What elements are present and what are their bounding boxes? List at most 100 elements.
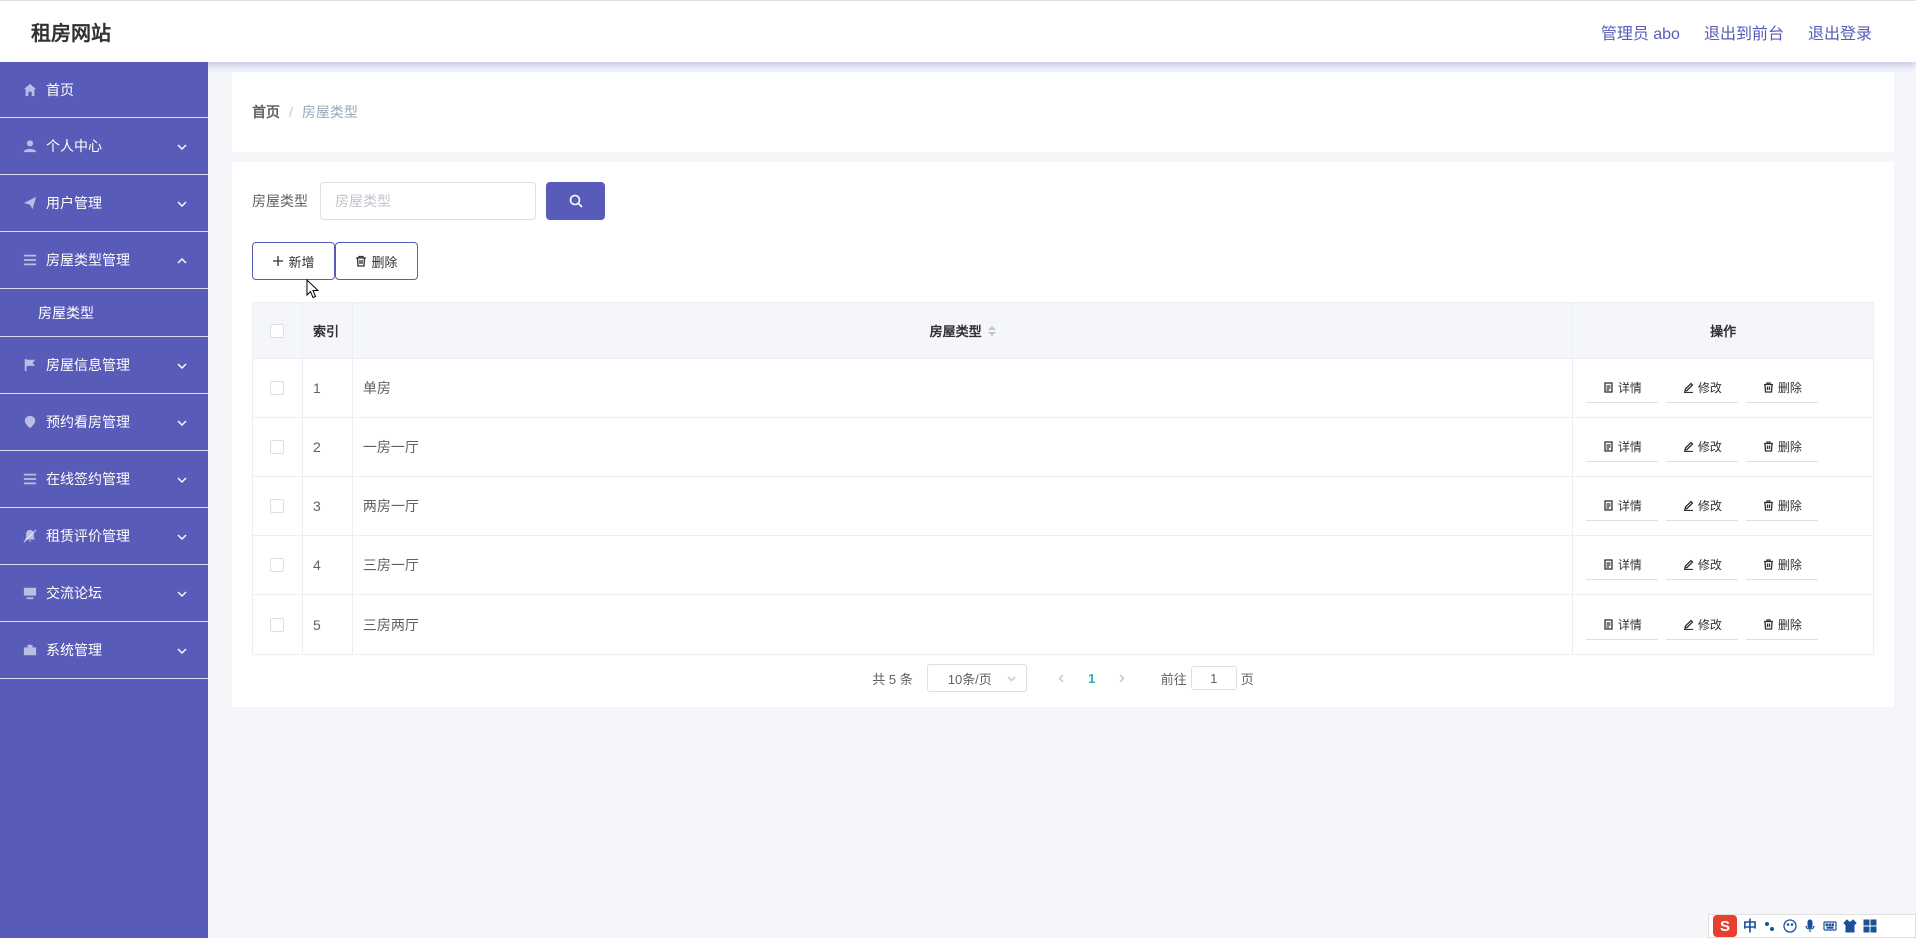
row-checkbox[interactable] xyxy=(270,499,285,513)
select-all-checkbox[interactable] xyxy=(270,323,285,338)
flag-icon xyxy=(22,357,38,373)
row-house-type: 单房 xyxy=(353,359,1574,417)
sidebar-item-viewing-appointments[interactable]: 预约看房管理 xyxy=(0,394,208,451)
row-check-cell xyxy=(253,536,303,594)
chevron-down-icon xyxy=(176,140,188,152)
detail-button[interactable]: 详情 xyxy=(1586,373,1659,403)
page-number-1[interactable]: 1 xyxy=(1077,671,1107,686)
chevron-down-icon xyxy=(176,359,188,371)
table-row: 4 三房一厅 详情 修改 删除 xyxy=(253,536,1873,595)
sogou-logo-icon[interactable]: S xyxy=(1713,915,1737,937)
row-operations: 详情 修改 删除 xyxy=(1573,536,1873,594)
detail-label: 详情 xyxy=(1617,381,1642,395)
search-icon xyxy=(569,194,583,208)
row-operations: 详情 修改 删除 xyxy=(1573,595,1873,654)
sidebar-item-label: 首页 xyxy=(46,81,74,98)
row-delete-button[interactable]: 删除 xyxy=(1746,373,1819,403)
home-icon xyxy=(22,82,38,98)
sidebar-item-home[interactable]: 首页 xyxy=(0,62,208,118)
detail-button[interactable]: 详情 xyxy=(1586,491,1659,521)
pagination-total: 共 5 条 xyxy=(872,671,913,687)
exit-to-front-link[interactable]: 退出到前台 xyxy=(1704,20,1784,44)
row-delete-label: 删除 xyxy=(1777,617,1802,632)
row-checkbox[interactable] xyxy=(270,558,285,572)
sidebar-item-online-contracts[interactable]: 在线签约管理 xyxy=(0,451,208,508)
row-checkbox[interactable] xyxy=(270,440,285,454)
row-checkbox[interactable] xyxy=(270,617,285,632)
row-index: 4 xyxy=(303,536,353,594)
sidebar-item-rental-reviews[interactable]: 租赁评价管理 xyxy=(0,508,208,565)
skin-icon[interactable] xyxy=(1843,919,1857,933)
row-house-type: 三房两厅 xyxy=(353,595,1574,654)
sidebar-item-house-type-mgmt[interactable]: 房屋类型管理 xyxy=(0,232,208,289)
ime-mode-indicator[interactable]: 中 xyxy=(1743,916,1757,936)
document-icon xyxy=(1604,441,1613,452)
ime-toolbar: S 中 xyxy=(1708,914,1916,938)
table-body: 1 单房 详情 修改 删除 2 一房一厅 详情 修改 删除 3 两房一厅 详情 修改 删除 4 三房一厅 详情 修改… xyxy=(253,359,1873,654)
document-icon xyxy=(1604,618,1613,630)
table-row: 2 一房一厅 详情 修改 删除 xyxy=(253,418,1873,477)
sidebar-item-label: 系统管理 xyxy=(46,642,102,658)
row-delete-button[interactable]: 删除 xyxy=(1746,550,1819,580)
keyboard-icon[interactable] xyxy=(1823,919,1837,933)
sidebar-item-forum[interactable]: 交流论坛 xyxy=(0,565,208,622)
page-size-value: 10条/页 xyxy=(947,671,992,687)
detail-button[interactable]: 详情 xyxy=(1586,550,1659,580)
sidebar-item-system[interactable]: 系统管理 xyxy=(0,622,208,679)
sidebar-item-profile[interactable]: 个人中心 xyxy=(0,118,208,175)
chevron-right-icon xyxy=(1119,674,1125,682)
row-check-cell xyxy=(253,477,303,535)
punctuation-icon[interactable] xyxy=(1763,919,1777,933)
sort-icon[interactable] xyxy=(987,325,996,336)
briefcase-icon xyxy=(22,642,38,658)
row-index: 2 xyxy=(303,418,353,476)
edit-button[interactable]: 修改 xyxy=(1666,373,1739,403)
header-index: 索引 xyxy=(303,303,353,358)
edit-button[interactable]: 修改 xyxy=(1666,609,1739,640)
edit-button[interactable]: 修改 xyxy=(1666,550,1739,580)
breadcrumb-home[interactable]: 首页 xyxy=(252,102,280,122)
header-house-type[interactable]: 房屋类型 xyxy=(353,303,1574,358)
search-label: 房屋类型 xyxy=(252,193,308,209)
row-checkbox[interactable] xyxy=(270,381,285,395)
edit-icon xyxy=(1683,619,1694,630)
edit-icon xyxy=(1683,441,1694,452)
admin-username[interactable]: 管理员 abo xyxy=(1601,20,1680,44)
breadcrumb-separator: / xyxy=(289,104,293,120)
edit-button[interactable]: 修改 xyxy=(1666,432,1739,462)
batch-delete-button[interactable]: 删除 xyxy=(335,242,418,280)
row-delete-button[interactable]: 删除 xyxy=(1746,491,1819,521)
row-delete-button[interactable]: 删除 xyxy=(1746,432,1819,462)
chevron-down-icon xyxy=(176,473,188,485)
row-check-cell xyxy=(253,418,303,476)
row-delete-button[interactable]: 删除 xyxy=(1746,609,1819,640)
trash-icon xyxy=(1763,441,1773,452)
emoji-icon[interactable] xyxy=(1783,919,1797,933)
toolbox-icon[interactable] xyxy=(1863,919,1877,933)
detail-label: 详情 xyxy=(1617,558,1642,572)
search-button[interactable] xyxy=(546,182,605,220)
logout-link[interactable]: 退出登录 xyxy=(1808,20,1872,44)
edit-button[interactable]: 修改 xyxy=(1666,491,1739,521)
sidebar-subitem-house-type[interactable]: 房屋类型 xyxy=(0,289,208,337)
page-size-select[interactable]: 10条/页 xyxy=(926,664,1027,692)
mouse-cursor-icon xyxy=(306,279,320,299)
detail-button[interactable]: 详情 xyxy=(1586,432,1659,462)
microphone-icon[interactable] xyxy=(1803,919,1817,933)
top-header: 租房网站 管理员 abo 退出到前台 退出登录 xyxy=(0,0,1916,62)
chevron-down-icon xyxy=(176,587,188,599)
table-row: 1 单房 详情 修改 删除 xyxy=(253,359,1873,418)
detail-button[interactable]: 详情 xyxy=(1586,609,1659,640)
chevron-down-icon xyxy=(176,530,188,542)
page-jump-input[interactable] xyxy=(1190,666,1237,690)
prev-page-button[interactable] xyxy=(1047,674,1077,683)
next-page-button[interactable] xyxy=(1107,674,1137,683)
document-icon xyxy=(1604,500,1613,511)
monitor-icon xyxy=(22,585,38,601)
sidebar-item-house-info-mgmt[interactable]: 房屋信息管理 xyxy=(0,337,208,394)
trash-icon xyxy=(1763,559,1773,570)
house-type-search-input[interactable] xyxy=(320,182,536,220)
add-button[interactable]: 新增 xyxy=(252,242,335,280)
chevron-down-icon xyxy=(176,644,188,656)
sidebar-item-users[interactable]: 用户管理 xyxy=(0,175,208,232)
